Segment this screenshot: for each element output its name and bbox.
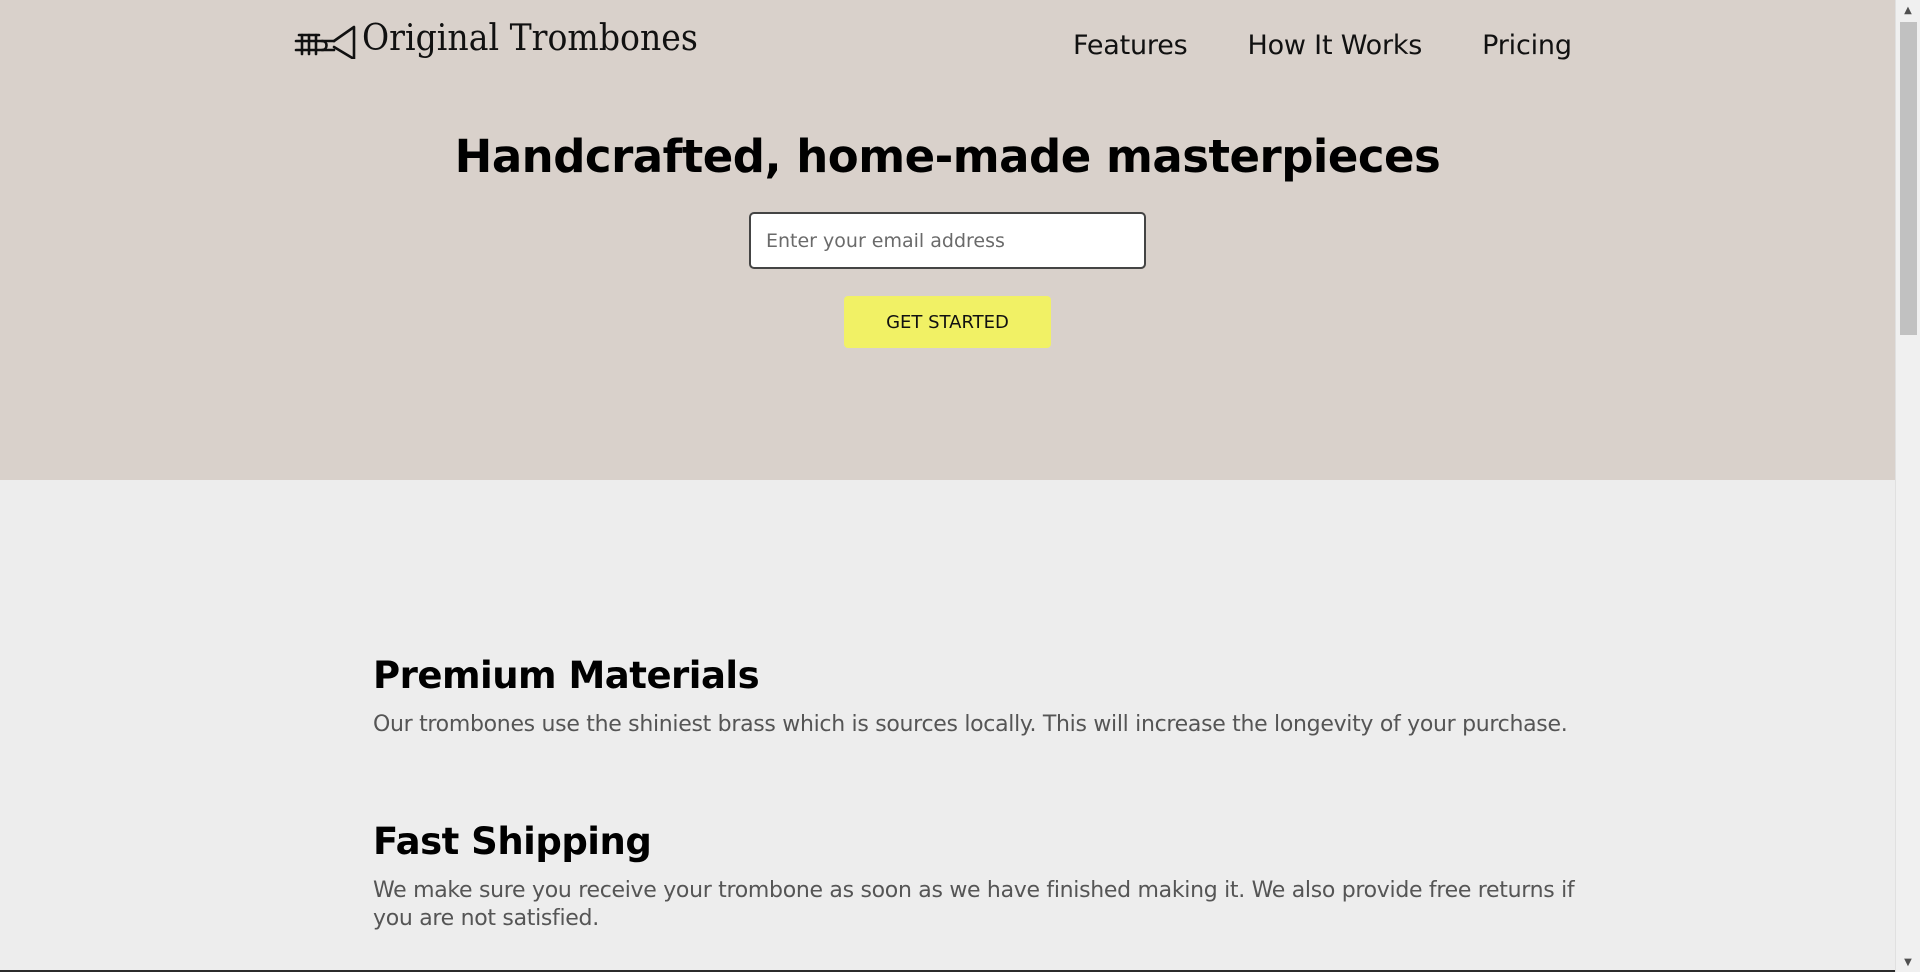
feature-title: Fast Shipping <box>373 820 652 863</box>
feature-fast-shipping: Fast Shipping We make sure you receive y… <box>373 819 1583 933</box>
nav-link-features[interactable]: Features <box>1073 30 1188 61</box>
trombone-icon <box>294 19 356 59</box>
nav-link-how-it-works[interactable]: How It Works <box>1248 30 1423 61</box>
scroll-up-arrow-icon[interactable]: ▲ <box>1896 2 1920 18</box>
brand-logo[interactable]: Original Trombones <box>294 18 727 59</box>
scroll-down-arrow-icon[interactable]: ▼ <box>1896 954 1920 970</box>
feature-description: We make sure you receive your trombone a… <box>373 878 1575 931</box>
hero-headline: Handcrafted, home-made masterpieces <box>454 130 1441 183</box>
email-input[interactable] <box>749 212 1146 269</box>
feature-title: Premium Materials <box>373 654 760 697</box>
feature-description: Our trombones use the shiniest brass whi… <box>373 712 1568 737</box>
get-started-button[interactable]: GET STARTED <box>844 296 1051 348</box>
main-nav: Features How It Works Pricing <box>1073 30 1572 61</box>
brand-name: Original Trombones <box>362 18 698 59</box>
scrollbar-thumb[interactable] <box>1900 22 1917 335</box>
vertical-scrollbar[interactable]: ▲ ▼ <box>1895 0 1920 972</box>
feature-premium-materials: Premium Materials Our trombones use the … <box>373 653 1583 739</box>
hero-section: Original Trombones Features How It Works… <box>0 0 1895 480</box>
page: Original Trombones Features How It Works… <box>0 0 1895 972</box>
nav-link-pricing[interactable]: Pricing <box>1482 30 1572 61</box>
